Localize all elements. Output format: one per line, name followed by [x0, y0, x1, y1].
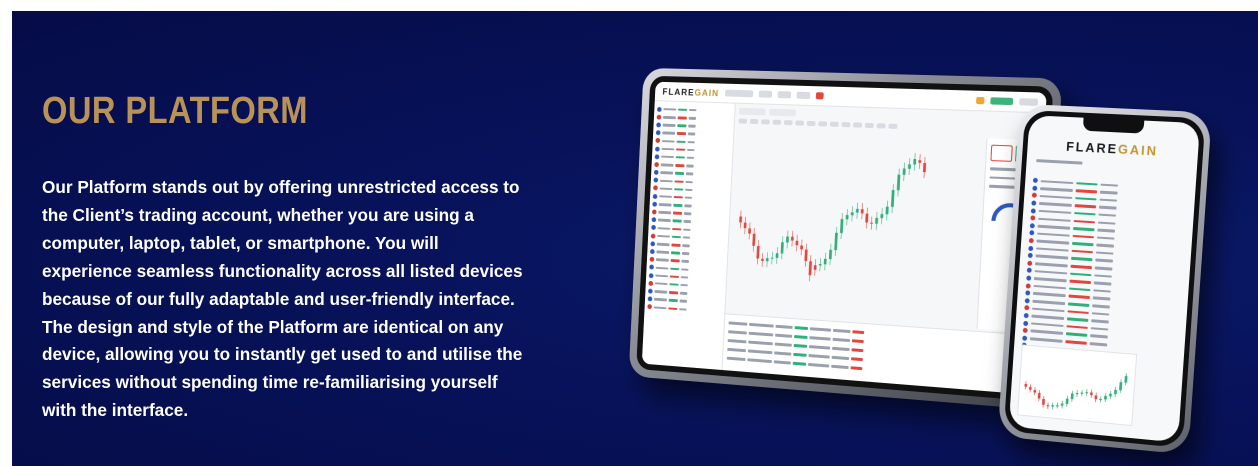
candle	[1061, 403, 1064, 405]
tablet-screen: FLAREGAIN	[642, 82, 1047, 395]
chart-tool-button[interactable]	[796, 120, 805, 125]
section-heading: OUR PLATFORM	[42, 90, 308, 133]
candle	[919, 160, 922, 163]
phone-asset-list	[1021, 177, 1188, 370]
candle	[744, 223, 747, 229]
candle	[1033, 390, 1036, 393]
chart-tool-button[interactable]	[854, 122, 863, 127]
candle	[914, 159, 917, 165]
chart-tool-button[interactable]	[784, 120, 793, 125]
sell-button[interactable]	[990, 145, 1012, 162]
alert-indicator	[815, 92, 823, 99]
candle	[819, 264, 822, 266]
chart-tool-button[interactable]	[865, 123, 874, 128]
candle	[761, 259, 764, 261]
candle	[805, 250, 808, 262]
candle	[771, 258, 774, 259]
candle	[1124, 376, 1127, 383]
candle	[897, 175, 901, 191]
candle	[1099, 399, 1102, 400]
candle	[1038, 393, 1041, 399]
phone-logo: FLAREGAIN	[1027, 137, 1198, 161]
candle	[846, 215, 849, 219]
candle	[835, 233, 839, 250]
candle	[861, 209, 864, 213]
candle	[903, 169, 906, 175]
candle	[1066, 399, 1069, 404]
candle	[1109, 394, 1112, 397]
candle	[749, 228, 752, 233]
candle	[786, 236, 789, 242]
chart-tool-button[interactable]	[819, 121, 828, 126]
candle	[796, 241, 799, 246]
candle	[776, 253, 779, 258]
candle	[886, 207, 889, 215]
candle	[851, 212, 854, 215]
candle	[1094, 395, 1097, 399]
candle	[1081, 393, 1084, 394]
candle	[1114, 390, 1117, 395]
platform-section: OUR PLATFORM Our Platform stands out by …	[12, 11, 1258, 466]
candle	[1029, 387, 1032, 390]
candle	[1119, 382, 1122, 390]
candle	[1090, 392, 1093, 395]
candle	[753, 234, 756, 246]
candle	[829, 250, 832, 259]
tablet-logo: FLAREGAIN	[662, 86, 719, 97]
tablet-asset-list	[642, 101, 736, 370]
tablet-mockup: FLAREGAIN	[629, 68, 1063, 411]
candle	[809, 261, 812, 275]
phone-candlestick-chart[interactable]	[1017, 344, 1137, 426]
tablet-candlestick-chart[interactable]	[733, 135, 934, 295]
tab-chart[interactable]	[739, 108, 766, 116]
candle	[1085, 392, 1088, 393]
candle	[801, 245, 804, 249]
candle	[791, 237, 794, 241]
candle	[740, 216, 743, 222]
tab-info[interactable]	[769, 109, 796, 117]
chart-tool-button[interactable]	[877, 123, 886, 128]
candle	[757, 246, 760, 259]
candle	[891, 190, 895, 207]
candle	[1076, 393, 1079, 394]
chart-tool-button[interactable]	[842, 122, 851, 127]
candle	[908, 164, 911, 169]
chart-tool-button[interactable]	[739, 119, 748, 124]
phone-screen: FLAREGAIN	[1009, 115, 1200, 442]
phone-mockup: FLAREGAIN	[998, 104, 1212, 455]
chart-tool-button[interactable]	[773, 120, 782, 125]
candle	[871, 223, 874, 224]
candle	[1104, 396, 1107, 400]
chart-tool-button[interactable]	[889, 124, 898, 129]
section-description: Our Platform stands out by offering unre…	[42, 174, 532, 425]
candle	[881, 214, 884, 218]
candle	[1024, 384, 1027, 387]
candle	[1042, 399, 1045, 405]
candle	[856, 209, 859, 213]
candle	[876, 218, 879, 224]
chart-tool-button[interactable]	[761, 119, 770, 124]
chart-tool-button[interactable]	[807, 121, 816, 126]
candle	[814, 265, 817, 270]
candle	[1071, 393, 1074, 399]
candle	[781, 242, 784, 253]
candle	[766, 258, 769, 261]
tablet-main-area	[723, 104, 1046, 395]
candle	[866, 214, 869, 223]
candle	[1051, 405, 1054, 407]
candle	[1056, 405, 1059, 406]
chart-tool-button[interactable]	[750, 119, 759, 124]
chart-tool-button[interactable]	[830, 122, 839, 127]
candle	[840, 219, 843, 233]
phone-notch	[1083, 118, 1145, 134]
candle	[824, 259, 827, 265]
candle	[1047, 405, 1050, 406]
deposit-button[interactable]	[990, 97, 1013, 105]
candle	[923, 163, 926, 172]
